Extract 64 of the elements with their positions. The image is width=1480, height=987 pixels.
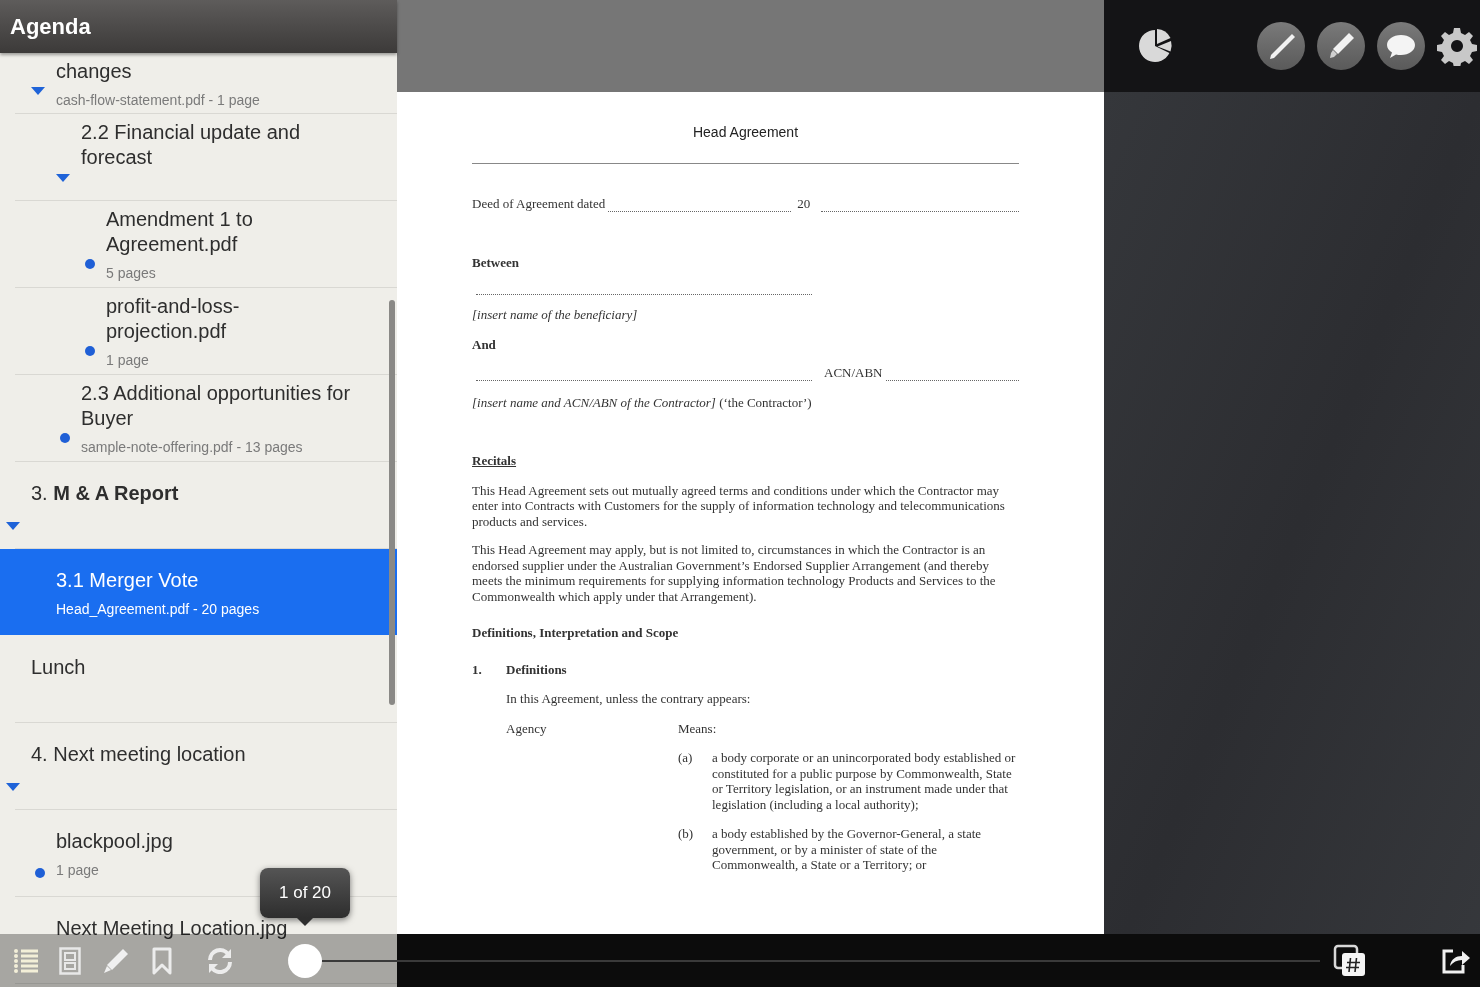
page-number-icon[interactable]: [1333, 943, 1367, 978]
item-file: 1 page: [106, 352, 149, 368]
item-file: Head_Agreement.pdf - 20 pages: [56, 600, 260, 617]
settings-icon[interactable]: [1437, 26, 1477, 66]
sidebar-title: Agenda: [10, 13, 91, 41]
item-file: cash-flow-statement.pdf - 1 page: [56, 91, 260, 108]
item-file: 5 pages: [106, 265, 156, 281]
agenda-item[interactable]: 3. M & A Report: [0, 462, 221, 548]
caret-icon[interactable]: [6, 522, 20, 530]
item-title: profit-and-loss-projection.pdf: [106, 294, 241, 344]
highlighter-button[interactable]: [1317, 22, 1365, 70]
agenda-item[interactable]: changes cash-flow-statement.pdf - 1 page: [0, 53, 302, 113]
agenda-item[interactable]: 2.2 Financial update and forecast: [0, 114, 397, 200]
caret-icon[interactable]: [56, 174, 70, 182]
agenda-item[interactable]: Lunch: [0, 636, 128, 722]
dot-icon: [85, 259, 95, 269]
document-heading: Between: [472, 254, 520, 270]
agenda-item[interactable]: 4. Next meeting location: [0, 723, 288, 809]
document-paragraph: [insert name and ACN/ABN of the Contractor] (‘the Contractor’): [472, 394, 813, 410]
item-title: Amendment 1 to Agreement.pdf: [106, 207, 254, 257]
agenda-item[interactable]: profit-and-loss-projection.pdf 1 page: [0, 288, 397, 374]
item-title: 4. Next meeting location: [31, 741, 246, 767]
document-text: Deed of Agreement dated: [472, 196, 607, 212]
item-title: 3. M & A Report: [31, 480, 179, 506]
speech-bubble-icon: [1385, 32, 1417, 60]
dot-icon: [60, 433, 70, 443]
document-text: ACN/ABN: [823, 365, 884, 381]
document-text: Means:: [678, 720, 717, 736]
pen-button[interactable]: [1257, 22, 1305, 70]
document-heading: Definitions, Interpretation and Scope: [472, 625, 680, 641]
agenda-item[interactable]: 3.1 Merger Vote Head_Agreement.pdf - 20 pages: [0, 549, 397, 635]
item-title: 2.3 Additional opportunities for Buyer: [81, 381, 352, 431]
document-paragraph: a body corporate or an unincorporated body established or constituted for a public purpose by Commonwealth, State or Territory legislation, or an instrument made under that legislation (including a local authority);: [712, 750, 1017, 812]
item-file: sample-note-offering.pdf - 13 pages: [81, 439, 303, 455]
scrollbar[interactable]: [389, 300, 395, 705]
item-title: 2.2 Financial update and forecast: [81, 120, 302, 170]
agenda-item[interactable]: Amendment 1 to Agreement.pdf 5 pages: [0, 201, 397, 287]
comment-button[interactable]: [1377, 22, 1425, 70]
document-heading: Definitions: [506, 661, 567, 677]
document-text: [insert name of the beneficiary]: [472, 307, 639, 323]
document-paragraph: This Head Agreement sets out mutually agreed terms and conditions under which the Contractor may enter into Contracts with Customers for the supply of information technology and telecommunications products and services.: [472, 482, 1006, 529]
document-title: Head Agreement: [691, 123, 800, 142]
section-number: 1.: [472, 661, 483, 677]
item-title: 3.1 Merger Vote: [56, 567, 200, 593]
document-paragraph: a body established by the Governor-General, a state government, or by a minister of state of the Commonwealth, a State or a Territory; or: [712, 826, 983, 873]
clause-label: (a): [678, 750, 694, 767]
defined-term: Agency: [506, 720, 548, 736]
page-slider[interactable]: [288, 944, 1320, 978]
document-text: 20: [796, 196, 812, 212]
dot-icon: [85, 346, 95, 356]
clause-label: (b): [678, 826, 695, 843]
document-text: In this Agreement, unless the contrary appears:: [505, 691, 752, 707]
item-title: blackpool.jpg: [56, 828, 173, 854]
item-title: changes: [56, 58, 133, 84]
item-file: 1 page: [56, 861, 99, 878]
agenda-item[interactable]: blackpool.jpg 1 page: [0, 810, 215, 896]
document-heading: Recitals: [472, 453, 518, 469]
caret-icon[interactable]: [6, 783, 20, 791]
caret-icon[interactable]: [31, 87, 45, 95]
document-heading: And: [472, 336, 497, 352]
document-paragraph: This Head Agreement may apply, but is not limited to, circumstances in which the Contractor is an endorsed supplier under the Australian Government’s Endorsed Supplier Arrangement (and thereby meets the minimum requirements for supplying information technology Products and Services to the Commonwealth which apply under that Arrangement).: [472, 542, 997, 604]
dot-icon: [35, 868, 45, 878]
agenda-item[interactable]: 2.3 Additional opportunities for Buyer sample-note-offering.pdf - 13 pages: [0, 375, 397, 461]
item-title: Lunch: [31, 654, 86, 680]
